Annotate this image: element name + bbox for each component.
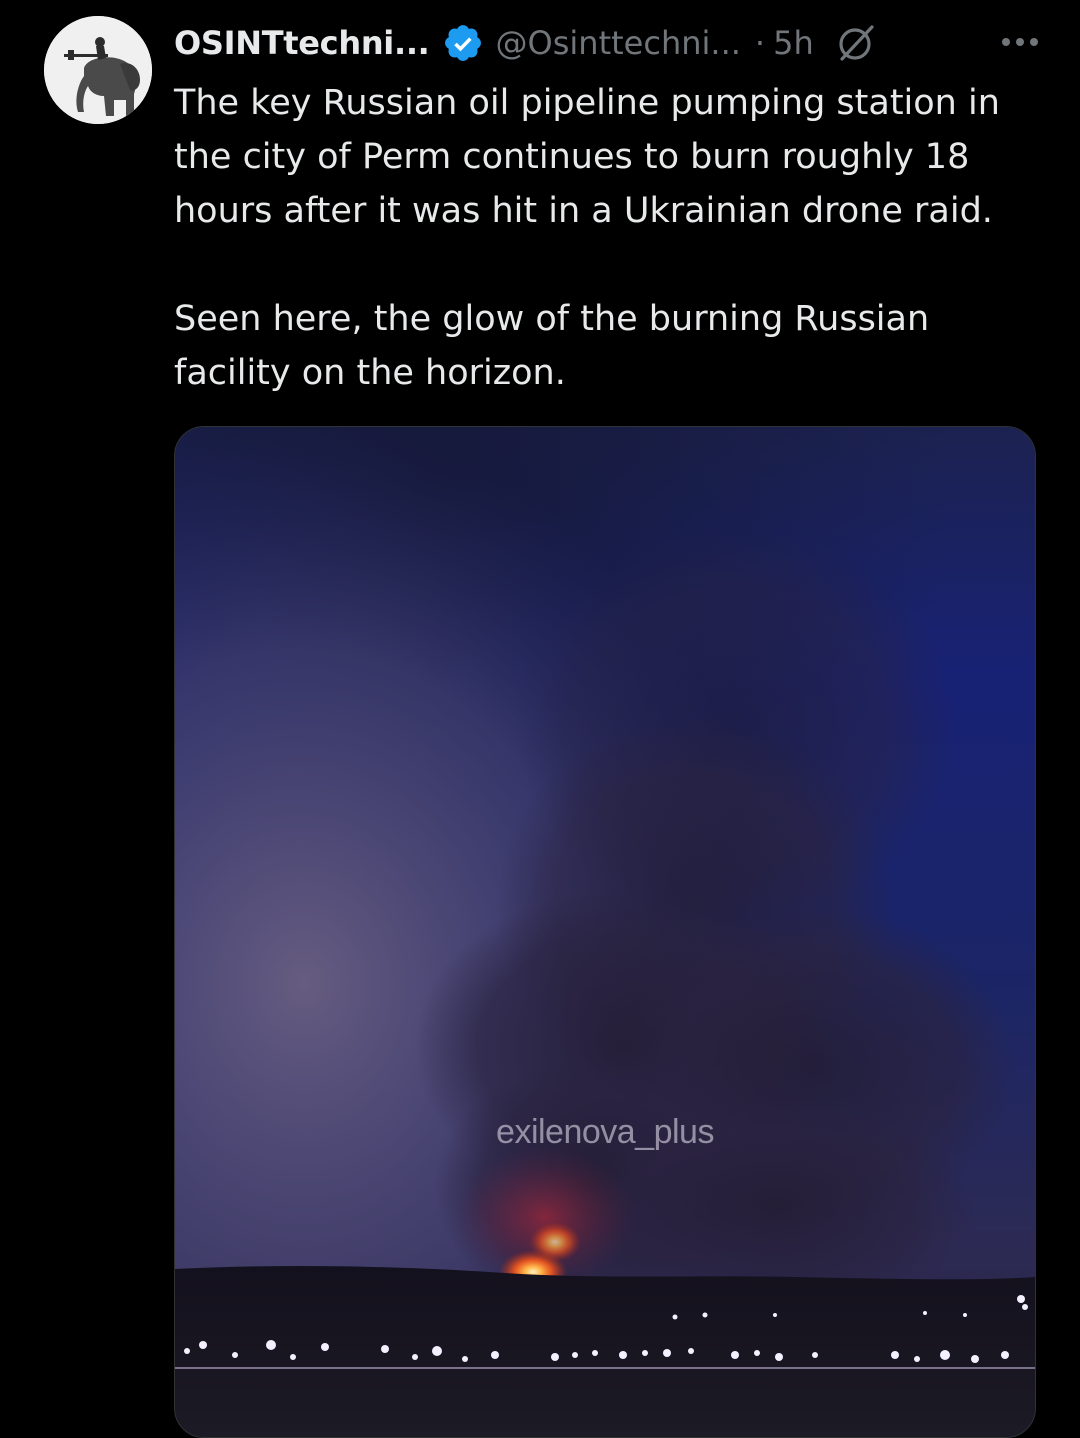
author-handle[interactable]: @Osinttechni... (496, 24, 741, 62)
verified-badge-icon (442, 22, 484, 64)
soldier-on-elephant-avatar (44, 16, 152, 124)
tweet: OSINTtechni... @Osinttechni... · 5h The … (0, 0, 1080, 1438)
video-watermark: exilenova_plus (496, 1113, 714, 1151)
tweet-timestamp[interactable]: 5h (773, 24, 814, 62)
burning-facility-video-frame (175, 427, 1035, 1437)
tweet-text: The key Russian oil pipeline pumping sta… (174, 76, 1044, 400)
header-separator: · (754, 24, 766, 62)
author-avatar[interactable] (44, 16, 152, 124)
tweet-text-paragraph-1: The key Russian oil pipeline pumping sta… (174, 83, 1000, 231)
tweet-video[interactable]: exilenova_plus (174, 426, 1036, 1438)
grok-icon[interactable] (836, 23, 876, 63)
author-display-name[interactable]: OSINTtechni... (174, 24, 430, 62)
tweet-text-paragraph-2: Seen here, the glow of the burning Russi… (174, 299, 930, 393)
more-options-icon[interactable] (996, 26, 1044, 58)
tweet-header: OSINTtechni... @Osinttechni... · 5h (174, 18, 1044, 68)
